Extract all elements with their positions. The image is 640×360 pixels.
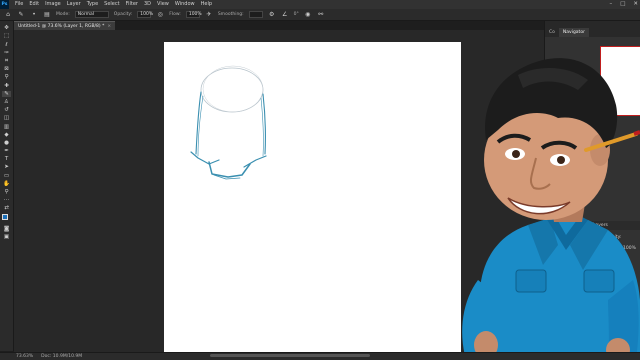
edit-toolbar-icon[interactable]: ⇄ [2,205,11,212]
horizontal-scrollbar[interactable] [210,354,370,357]
screen-mode-icon[interactable]: ▣ [2,234,11,241]
menu-help[interactable]: Help [198,0,215,9]
smoothing-options-icon[interactable]: ⚙ [268,11,276,19]
home-icon[interactable]: ⌂ [4,11,12,19]
maximize-button[interactable]: □ [620,0,625,9]
pressure-opacity-icon[interactable]: ◎ [156,11,164,19]
brush-tool-icon[interactable]: ✎ [17,11,25,19]
history-brush-tool-icon[interactable]: ↺ [2,107,11,114]
mode-label: Mode: [56,12,70,17]
symmetry-icon[interactable]: ⚯ [317,11,325,19]
airbrush-icon[interactable]: ✈ [205,11,213,19]
menu-image[interactable]: Image [42,0,64,9]
eraser-tool-icon[interactable]: ◫ [2,115,11,122]
opacity-field[interactable]: 100% [137,11,153,18]
zoom-tool-icon[interactable]: ⚲ [2,189,11,196]
rectangle-tool-icon[interactable]: ▭ [2,172,11,179]
minimize-button[interactable]: – [609,0,612,9]
menu-bar: Ps File Edit Image Layer Type Select Fil… [0,0,640,9]
photoshop-window: Ps File Edit Image Layer Type Select Fil… [0,0,640,360]
window-controls: – □ ✕ [609,0,638,9]
document-tabs: Untitled-1 @ 73.6% (Layer 1, RGB/8) * × [14,21,116,30]
menu-filter[interactable]: Filter [123,0,141,9]
move-tool-icon[interactable]: ✥ [2,25,11,32]
brush-preset-icon[interactable]: • [30,11,38,19]
opacity-label: Opacity: [113,12,133,17]
smoothing-field[interactable] [248,11,263,18]
close-button[interactable]: ✕ [633,0,638,9]
cup-sketch [190,65,267,180]
menu-select[interactable]: Select [101,0,122,9]
tools-panel: ✥ ⬚ ℓ ✑ ⌗ ⊠ ⚲ ✚ ✎ ♙ ↺ ◫ ▥ ◆ ● ✒ T ➤ ▭ ✋ … [0,21,14,351]
path-selection-tool-icon[interactable]: ➤ [2,164,11,171]
document-tab[interactable]: Untitled-1 @ 73.6% (Layer 1, RGB/8) * × [14,21,116,30]
blur-tool-icon[interactable]: ◆ [2,131,11,138]
quick-select-tool-icon[interactable]: ✑ [2,50,11,57]
document-info[interactable]: Doc: 10.9M/10.9M [41,353,82,360]
menu-file[interactable]: File [12,0,26,9]
presenter-caricature [458,30,640,360]
marquee-tool-icon[interactable]: ⬚ [2,33,11,40]
document-tab-title: Untitled-1 @ 73.6% (Layer 1, RGB/8) * [18,24,105,29]
app-logo: Ps [0,0,9,9]
menu-3d[interactable]: 3D [141,0,154,9]
pen-tool-icon[interactable]: ✒ [2,148,11,155]
healing-brush-tool-icon[interactable]: ✚ [2,82,11,89]
smoothing-label: Smoothing: [217,12,244,17]
lasso-tool-icon[interactable]: ℓ [2,41,11,48]
type-tool-icon[interactable]: T [2,156,11,163]
eyedropper-tool-icon[interactable]: ⚲ [2,74,11,81]
angle-icon: ∠ [281,11,288,18]
zoom-level[interactable]: 73.63% [16,353,33,360]
menu-type[interactable]: Type [84,0,101,9]
crop-tool-icon[interactable]: ⌗ [2,58,11,65]
dodge-tool-icon[interactable]: ● [2,140,11,147]
menu-window[interactable]: Window [172,0,198,9]
clone-stamp-tool-icon[interactable]: ♙ [2,99,11,106]
menu-layer[interactable]: Layer [64,0,84,9]
gradient-tool-icon[interactable]: ▥ [2,123,11,130]
brush-panel-icon[interactable]: ▤ [43,11,51,19]
foreground-color-swatch[interactable] [1,214,8,221]
flow-field[interactable]: 100% [185,11,202,18]
more-tools-icon[interactable]: ⋯ [2,197,11,204]
document-canvas[interactable] [164,42,461,352]
pressure-size-icon[interactable]: ◉ [304,11,312,19]
menu-edit[interactable]: Edit [26,0,42,9]
hand-tool-icon[interactable]: ✋ [2,181,11,188]
brush-tool-icon[interactable]: ✎ [2,90,11,98]
quick-mask-icon[interactable]: ◙ [2,226,11,233]
close-tab-icon[interactable]: × [107,22,111,30]
frame-tool-icon[interactable]: ⊠ [2,66,11,73]
flow-label: Flow: [169,12,181,17]
options-bar: ⌂ ✎ • ▤ Mode: Normal Opacity: 100% ◎ Flo… [0,9,640,21]
color-swatches[interactable] [1,214,12,224]
angle-value[interactable]: 0° [294,12,299,17]
menu-view[interactable]: View [154,0,172,9]
mode-select[interactable]: Normal [74,11,109,18]
